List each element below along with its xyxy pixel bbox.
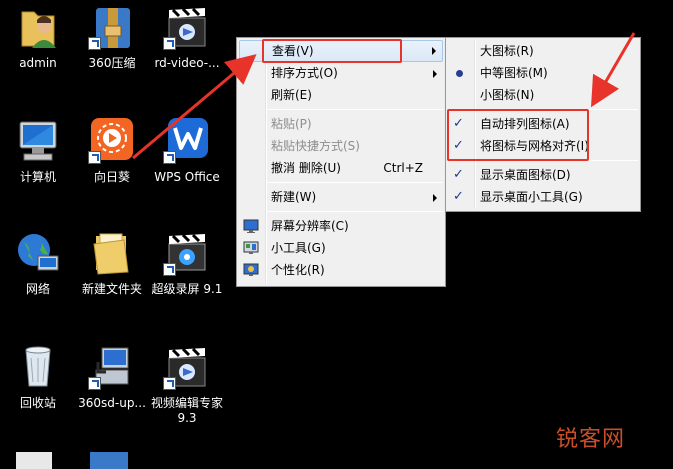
menu-item-refresh[interactable]: 刷新(E) <box>237 84 445 106</box>
checkmark-icon: ✓ <box>453 167 464 182</box>
desktop-icon-computer[interactable]: 计算机 <box>0 118 76 185</box>
menu-item-paste-shortcut[interactable]: 粘贴快捷方式(S) <box>237 135 445 157</box>
menu-item-label: 刷新(E) <box>271 88 312 102</box>
submenu-arrow-icon <box>433 70 437 78</box>
menu-item-label: 个性化(R) <box>271 263 325 277</box>
menu-item-paste[interactable]: 粘贴(P) <box>237 113 445 135</box>
wps-icon <box>163 118 211 164</box>
desktop-icon-label: 计算机 <box>19 170 56 184</box>
shortcut-arrow-icon <box>88 37 101 50</box>
sunflower-app-icon <box>88 118 136 164</box>
screen-recorder-icon <box>163 230 211 276</box>
submenu-arrow-icon <box>433 194 437 202</box>
display-icon <box>243 218 259 234</box>
menu-item-sort-by[interactable]: 排序方式(O) <box>237 62 445 84</box>
menu-item-label: 粘贴快捷方式(S) <box>271 139 360 153</box>
menu-item-label: 小工具(G) <box>271 241 326 255</box>
menu-item-personalize[interactable]: 个性化(R) <box>237 259 445 281</box>
video-clapper-icon <box>163 4 211 50</box>
menu-item-undo-delete[interactable]: 撤消 删除(U) Ctrl+Z <box>237 157 445 179</box>
menu-separator <box>267 182 443 183</box>
desktop-icon-recycle-bin[interactable]: 回收站 <box>0 344 76 411</box>
desktop-icon-admin[interactable]: admin <box>0 4 76 71</box>
menu-item-screen-resolution[interactable]: 屏幕分辨率(C) <box>237 215 445 237</box>
shortcut-arrow-icon <box>163 377 176 390</box>
desktop-icon-label: rd-video-... <box>154 56 220 70</box>
menu-item-label: 排序方式(O) <box>271 66 338 80</box>
annotation-box-auto-arrange <box>447 109 589 161</box>
desktop-icon-label: 360sd-up... <box>78 396 146 410</box>
menu-item-new[interactable]: 新建(W) <box>237 186 445 208</box>
menu-item-label: 中等图标(M) <box>480 66 548 80</box>
menu-item-label: 粘贴(P) <box>271 117 312 131</box>
video-editor-icon <box>163 344 211 390</box>
annotation-box-view <box>262 39 402 63</box>
user-folder-icon <box>14 4 62 50</box>
desktop-icon-screen-recorder[interactable]: 超级录屏 9.1 <box>149 230 225 297</box>
submenu-arrow-icon <box>432 47 436 55</box>
menu-item-label: 新建(W) <box>271 190 317 204</box>
menu-item-label: 显示桌面图标(D) <box>480 168 571 182</box>
desktop-icon-sunflower[interactable]: 向日葵 <box>74 118 150 185</box>
archive-icon <box>88 4 136 50</box>
installer-icon <box>88 344 136 390</box>
menu-item-label: 显示桌面小工具(G) <box>480 190 583 204</box>
shortcut-arrow-icon <box>88 377 101 390</box>
desktop-icon-new-folder[interactable]: 新建文件夹 <box>74 230 150 297</box>
watermark: 锐客网 <box>555 427 625 452</box>
menu-item-gadgets[interactable]: 小工具(G) <box>237 237 445 259</box>
submenu-item-show-desktop-icons[interactable]: ✓ 显示桌面图标(D) <box>446 164 640 186</box>
desktop-icon-360sd[interactable]: 360sd-up... <box>74 344 150 411</box>
network-globe-icon <box>14 230 62 276</box>
desktop-icon-360zip[interactable]: 360压缩 <box>74 4 150 71</box>
gadgets-icon <box>243 240 259 256</box>
desktop-icon-label: 360压缩 <box>88 56 136 70</box>
folder-icon <box>88 230 136 276</box>
menu-separator <box>267 211 443 212</box>
menu-item-label: 小图标(N) <box>480 88 535 102</box>
shortcut-arrow-icon <box>88 151 101 164</box>
desktop-icon-label: 视频编辑专家 9.3 <box>150 396 223 425</box>
desktop-icon-label: WPS Office <box>154 170 220 184</box>
desktop-icon-label: 向日葵 <box>93 170 130 184</box>
shortcut-arrow-icon <box>163 263 176 276</box>
keyboard-shortcut: Ctrl+Z <box>383 161 423 175</box>
desktop-icon-label: admin <box>19 56 57 70</box>
submenu-item-large-icons[interactable]: 大图标(R) <box>446 40 640 62</box>
desktop-icon-label: 超级录屏 9.1 <box>151 282 223 296</box>
submenu-item-show-gadgets[interactable]: ✓ 显示桌面小工具(G) <box>446 186 640 208</box>
desktop-icon-partial[interactable] <box>90 452 128 469</box>
submenu-item-medium-icons[interactable]: 中等图标(M) <box>446 62 640 84</box>
menu-item-label: 大图标(R) <box>480 44 534 58</box>
desktop-context-menu: 查看(V) 排序方式(O) 刷新(E) 粘贴(P) 粘贴快捷方式(S) 撤消 删… <box>236 37 446 287</box>
desktop-icon-partial[interactable] <box>16 452 52 469</box>
submenu-item-small-icons[interactable]: 小图标(N) <box>446 84 640 106</box>
desktop-icon-wps[interactable]: WPS Office <box>149 118 225 185</box>
recycle-bin-icon <box>14 344 62 390</box>
desktop-icon-label: 网络 <box>25 282 50 296</box>
menu-item-label: 屏幕分辨率(C) <box>271 219 349 233</box>
desktop-icon-label: 回收站 <box>19 396 56 410</box>
desktop-icon-network[interactable]: 网络 <box>0 230 76 297</box>
menu-item-label: 撤消 删除(U) <box>271 161 341 175</box>
shortcut-arrow-icon <box>163 37 176 50</box>
computer-icon <box>14 118 62 164</box>
menu-separator <box>267 109 443 110</box>
radio-selected-icon <box>456 70 463 77</box>
shortcut-arrow-icon <box>163 151 176 164</box>
checkmark-icon: ✓ <box>453 189 464 204</box>
desktop-icon-label: 新建文件夹 <box>81 282 142 296</box>
desktop-icon-video-editor[interactable]: 视频编辑专家 9.3 <box>149 344 225 426</box>
personalize-icon <box>243 262 259 278</box>
desktop-icon-rd-video[interactable]: rd-video-... <box>149 4 225 71</box>
